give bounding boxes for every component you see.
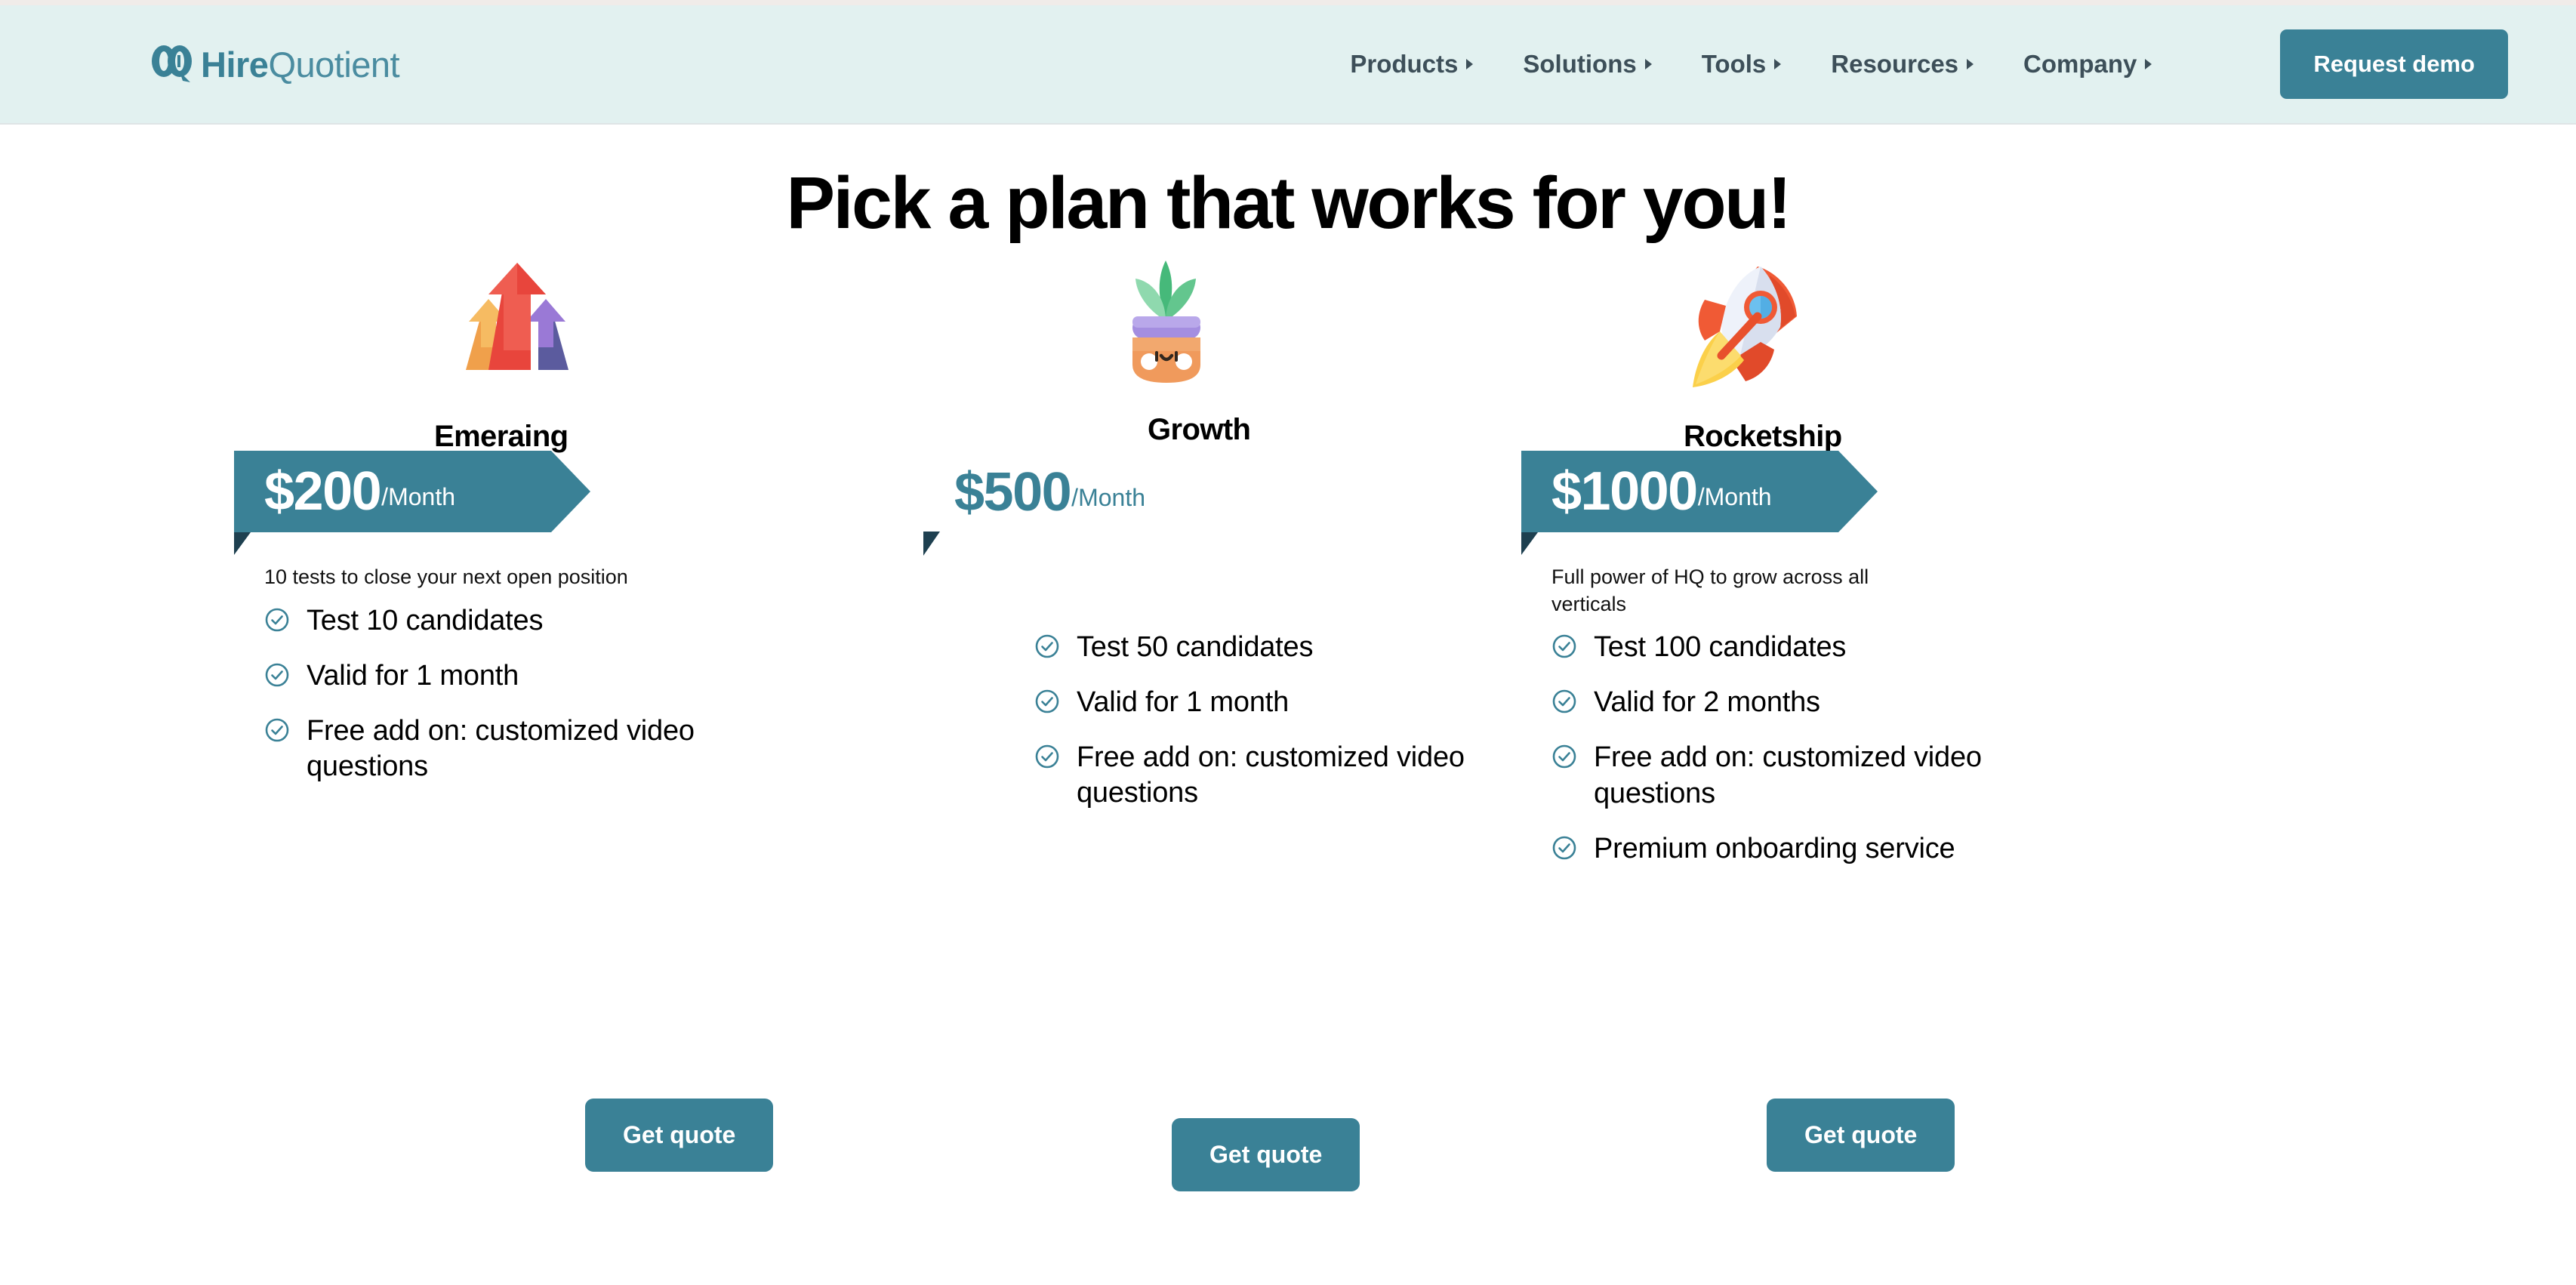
check-circle-icon <box>1551 689 1577 718</box>
nav-item-tools[interactable]: Tools <box>1702 50 1782 79</box>
plan-features-list: Test 100 candidates Valid for 2 months F… <box>1521 630 2367 867</box>
logo-bold-text: Hire <box>201 44 269 85</box>
feature-text: Valid for 2 months <box>1594 686 1820 719</box>
check-circle-icon <box>264 662 290 692</box>
feature-item: Free add on: customized video questions <box>1551 740 2367 811</box>
feature-text: Premium onboarding service <box>1594 832 1955 864</box>
logo-wordmark: HireQuotient <box>201 44 400 85</box>
plan-icon-container <box>1521 245 2367 408</box>
nav-label: Tools <box>1701 50 1767 78</box>
nav-item-resources[interactable]: Resources <box>1831 50 1974 79</box>
potted-plant-icon <box>1102 253 1231 396</box>
feature-text: Test 10 candidates <box>307 604 544 636</box>
check-circle-icon <box>1551 633 1577 663</box>
price-display: $500 /Month <box>921 451 1145 533</box>
caret-right-icon <box>1466 59 1474 69</box>
caret-right-icon <box>1644 59 1652 69</box>
price-amount: $500 <box>954 462 1072 522</box>
plan-subtitle: Full power of HQ to grow across all vert… <box>1551 565 1869 615</box>
nav-label: Products <box>1350 50 1459 78</box>
check-circle-icon <box>264 607 290 636</box>
ribbon-fold-icon <box>1521 532 1538 555</box>
caret-right-icon <box>2145 59 2152 69</box>
caret-right-icon <box>1967 59 1974 69</box>
check-circle-icon <box>264 717 290 747</box>
logo-light-text: Quotient <box>268 44 400 85</box>
get-quote-button-growth[interactable]: Get quote <box>1172 1118 1360 1191</box>
feature-text: Valid for 1 month <box>307 659 519 692</box>
price-period: /Month <box>1071 484 1145 511</box>
nav-label: Solutions <box>1523 50 1637 78</box>
feature-text: Test 100 candidates <box>1594 631 1847 664</box>
feature-text: Test 50 candidates <box>1077 631 1314 663</box>
pricing-plans-row: Emeraing $200 /Month 10 tests to close y… <box>0 245 2576 1212</box>
price-ribbon: $200 /Month <box>234 451 590 532</box>
hq-monogram-icon <box>151 43 193 86</box>
caret-right-icon <box>1774 59 1782 69</box>
get-quote-button-emeraing[interactable]: Get quote <box>585 1099 774 1172</box>
check-circle-icon <box>1034 633 1060 663</box>
growth-arrows-icon <box>449 257 585 408</box>
nav-label: Company <box>2023 50 2137 78</box>
price-period: /Month <box>381 483 455 510</box>
price-period: /Month <box>1697 483 1772 510</box>
ribbon-fold-icon <box>923 532 940 556</box>
feature-item: Premium onboarding service <box>1551 831 2367 867</box>
site-header: HireQuotient Products Solutions Tools Re… <box>0 5 2576 125</box>
check-circle-icon <box>1551 835 1577 864</box>
nav-item-solutions[interactable]: Solutions <box>1523 50 1652 79</box>
check-circle-icon <box>1034 744 1060 773</box>
feature-item: Test 100 candidates <box>1551 630 2367 665</box>
feature-text: Valid for 1 month <box>1077 686 1290 719</box>
price-amount: $200 <box>264 461 381 522</box>
nav-item-company[interactable]: Company <box>2023 50 2152 79</box>
get-quote-button-rocketship[interactable]: Get quote <box>1767 1099 1955 1172</box>
cta-button-row: Get quote Get quote Get quote <box>0 1099 2576 1204</box>
site-logo[interactable]: HireQuotient <box>151 43 400 86</box>
feature-text: Free add on: customized video questions <box>1077 741 1465 809</box>
top-browser-strip <box>0 0 2576 5</box>
check-circle-icon <box>1551 744 1577 773</box>
price-ribbon: $1000 /Month <box>1521 451 1878 532</box>
request-demo-button[interactable]: Request demo <box>2280 29 2508 99</box>
nav-item-products[interactable]: Products <box>1350 50 1474 79</box>
price-ribbon-container: $1000 /Month <box>1521 451 2367 556</box>
pricing-card-rocketship: Rocketship $1000 /Month Full power of HQ… <box>1521 245 2367 886</box>
page-title: Pick a plan that works for you! <box>786 162 1792 244</box>
plan-name: Rocketship <box>1684 420 1842 453</box>
plan-subtitle: 10 tests to close your next open positio… <box>264 565 628 588</box>
ribbon-fold-icon <box>234 532 251 555</box>
check-circle-icon <box>1034 689 1060 718</box>
feature-text: Free add on: customized video questions <box>1594 741 1982 809</box>
rocket-icon <box>1676 253 1816 408</box>
nav-label: Resources <box>1831 50 1959 78</box>
feature-item: Valid for 2 months <box>1551 685 2367 720</box>
main-navigation: Products Solutions Tools Resources Compa… <box>1350 29 2508 99</box>
feature-text: Free add on: customized video questions <box>307 714 695 782</box>
price-amount: $1000 <box>1551 461 1697 522</box>
